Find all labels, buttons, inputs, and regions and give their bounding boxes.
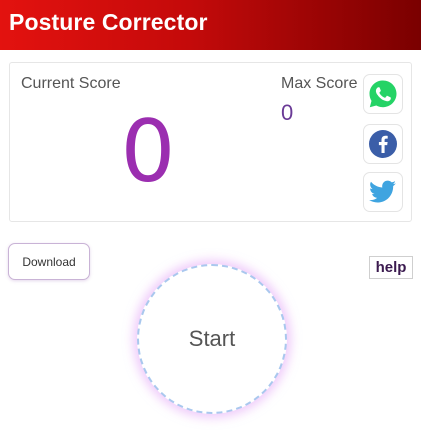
- twitter-share-button[interactable]: [363, 172, 403, 212]
- max-score-label: Max Score: [281, 75, 358, 92]
- help-button[interactable]: help: [369, 256, 413, 279]
- app-title: Posture Corrector: [9, 9, 208, 35]
- start-button[interactable]: Start: [137, 264, 287, 414]
- app-header: Posture Corrector: [0, 0, 421, 50]
- current-score-label: Current Score: [21, 75, 121, 92]
- facebook-icon: [369, 130, 397, 158]
- facebook-share-button[interactable]: [363, 124, 403, 164]
- current-score-value: 0: [120, 102, 176, 202]
- download-button[interactable]: Download: [8, 243, 90, 280]
- whatsapp-share-button[interactable]: [363, 74, 403, 114]
- twitter-icon: [369, 180, 396, 203]
- score-panel: Current Score 0 Max Score 0: [9, 62, 412, 222]
- max-score-value: 0: [281, 100, 294, 125]
- whatsapp-icon: [369, 80, 397, 108]
